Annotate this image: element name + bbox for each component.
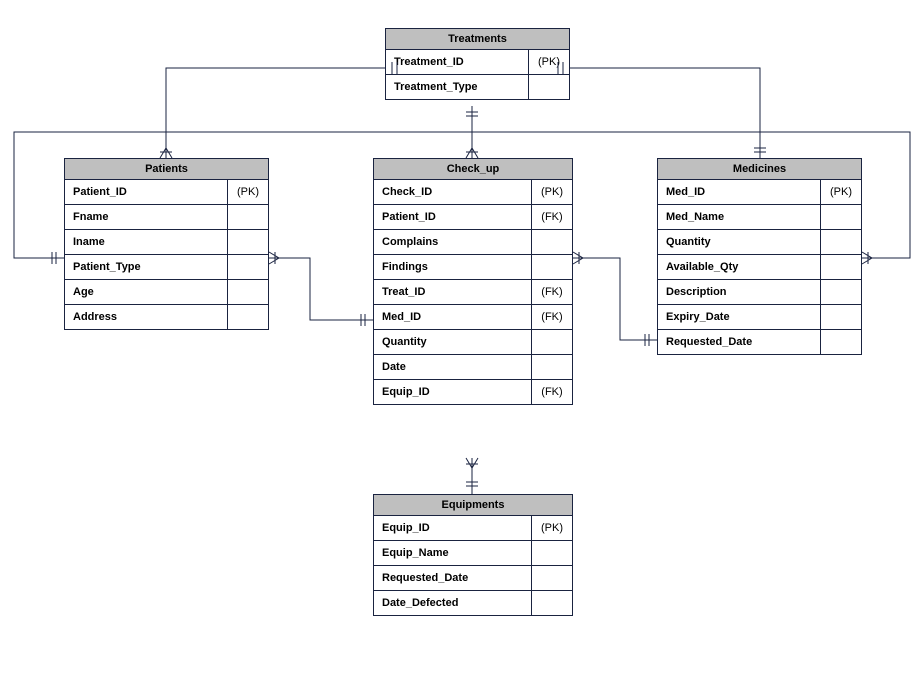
table-row: Requested_Date bbox=[374, 566, 572, 591]
table-row: Patient_ID (FK) bbox=[374, 205, 572, 230]
table-row: Findings bbox=[374, 255, 572, 280]
table-row: Patient_ID (PK) bbox=[65, 180, 268, 205]
entity-treatments: Treatments Treatment_ID (PK) Treatment_T… bbox=[385, 28, 570, 100]
field-key: (FK) bbox=[532, 205, 572, 229]
field-key bbox=[821, 330, 861, 354]
field-name: Fname bbox=[65, 205, 228, 229]
table-row: Treat_ID (FK) bbox=[374, 280, 572, 305]
table-row: Available_Qty bbox=[658, 255, 861, 280]
table-row: Med_ID (FK) bbox=[374, 305, 572, 330]
field-name: Date_Defected bbox=[374, 591, 532, 615]
table-row: Equip_ID (PK) bbox=[374, 516, 572, 541]
field-key bbox=[532, 330, 572, 354]
table-row: Date_Defected bbox=[374, 591, 572, 615]
field-key: (PK) bbox=[532, 516, 572, 540]
field-name: Med_ID bbox=[374, 305, 532, 329]
field-key bbox=[529, 75, 569, 99]
entity-equipments: Equipments Equip_ID (PK) Equip_Name Requ… bbox=[373, 494, 573, 616]
table-row: Quantity bbox=[374, 330, 572, 355]
field-key: (PK) bbox=[532, 180, 572, 204]
table-row: Address bbox=[65, 305, 268, 329]
field-name: Requested_Date bbox=[374, 566, 532, 590]
field-name: Quantity bbox=[658, 230, 821, 254]
table-row: Fname bbox=[65, 205, 268, 230]
field-key bbox=[532, 230, 572, 254]
table-row: Patient_Type bbox=[65, 255, 268, 280]
field-name: Equip_ID bbox=[374, 380, 532, 404]
field-name: Patient_ID bbox=[374, 205, 532, 229]
field-key bbox=[228, 305, 268, 329]
field-name: Treatment_Type bbox=[386, 75, 529, 99]
entity-checkup-header: Check_up bbox=[374, 159, 572, 180]
table-row: Complains bbox=[374, 230, 572, 255]
field-key: (FK) bbox=[532, 280, 572, 304]
table-row: Age bbox=[65, 280, 268, 305]
field-key bbox=[821, 205, 861, 229]
table-row: Treatment_ID (PK) bbox=[386, 50, 569, 75]
field-name: Iname bbox=[65, 230, 228, 254]
field-key: (PK) bbox=[228, 180, 268, 204]
table-row: Expiry_Date bbox=[658, 305, 861, 330]
table-row: Equip_ID (FK) bbox=[374, 380, 572, 404]
field-name: Check_ID bbox=[374, 180, 532, 204]
entity-patients: Patients Patient_ID (PK) Fname Iname Pat… bbox=[64, 158, 269, 330]
field-name: Treat_ID bbox=[374, 280, 532, 304]
field-name: Patient_ID bbox=[65, 180, 228, 204]
entity-equipments-header: Equipments bbox=[374, 495, 572, 516]
field-name: Available_Qty bbox=[658, 255, 821, 279]
field-key: (PK) bbox=[821, 180, 861, 204]
field-key bbox=[532, 566, 572, 590]
field-name: Date bbox=[374, 355, 532, 379]
field-name: Equip_Name bbox=[374, 541, 532, 565]
field-key bbox=[821, 305, 861, 329]
table-row: Treatment_Type bbox=[386, 75, 569, 99]
field-name: Patient_Type bbox=[65, 255, 228, 279]
table-row: Quantity bbox=[658, 230, 861, 255]
field-name: Equip_ID bbox=[374, 516, 532, 540]
field-key bbox=[228, 255, 268, 279]
table-row: Med_ID (PK) bbox=[658, 180, 861, 205]
field-key bbox=[532, 255, 572, 279]
entity-treatments-header: Treatments bbox=[386, 29, 569, 50]
field-name: Findings bbox=[374, 255, 532, 279]
entity-medicines: Medicines Med_ID (PK) Med_Name Quantity … bbox=[657, 158, 862, 355]
field-name: Med_Name bbox=[658, 205, 821, 229]
field-key bbox=[821, 255, 861, 279]
field-key bbox=[532, 591, 572, 615]
table-row: Equip_Name bbox=[374, 541, 572, 566]
field-key bbox=[228, 280, 268, 304]
table-row: Date bbox=[374, 355, 572, 380]
field-key bbox=[532, 541, 572, 565]
table-row: Requested_Date bbox=[658, 330, 861, 354]
field-name: Description bbox=[658, 280, 821, 304]
field-key bbox=[821, 280, 861, 304]
field-key bbox=[532, 355, 572, 379]
table-row: Check_ID (PK) bbox=[374, 180, 572, 205]
field-key: (PK) bbox=[529, 50, 569, 74]
entity-medicines-header: Medicines bbox=[658, 159, 861, 180]
field-name: Expiry_Date bbox=[658, 305, 821, 329]
field-name: Requested_Date bbox=[658, 330, 821, 354]
entity-patients-header: Patients bbox=[65, 159, 268, 180]
field-key bbox=[228, 230, 268, 254]
field-key: (FK) bbox=[532, 380, 572, 404]
field-name: Complains bbox=[374, 230, 532, 254]
table-row: Med_Name bbox=[658, 205, 861, 230]
field-name: Age bbox=[65, 280, 228, 304]
field-name: Treatment_ID bbox=[386, 50, 529, 74]
field-key bbox=[821, 230, 861, 254]
field-key bbox=[228, 205, 268, 229]
table-row: Description bbox=[658, 280, 861, 305]
table-row: Iname bbox=[65, 230, 268, 255]
field-key: (FK) bbox=[532, 305, 572, 329]
entity-checkup: Check_up Check_ID (PK) Patient_ID (FK) C… bbox=[373, 158, 573, 405]
field-name: Quantity bbox=[374, 330, 532, 354]
field-name: Address bbox=[65, 305, 228, 329]
field-name: Med_ID bbox=[658, 180, 821, 204]
